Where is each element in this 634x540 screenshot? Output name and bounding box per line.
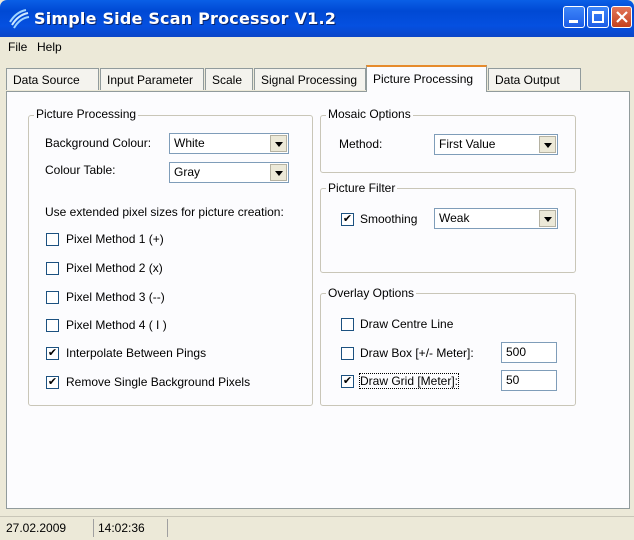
- smoothing-checkbox[interactable]: ✔: [341, 213, 354, 226]
- smoothing-value: Weak: [439, 211, 470, 225]
- background-colour-label: Background Colour:: [45, 136, 152, 150]
- picture-filter-group: [320, 188, 576, 273]
- check-icon: ✔: [47, 347, 58, 359]
- colour-table-label: Colour Table:: [45, 163, 116, 177]
- smoothing-select[interactable]: Weak: [434, 208, 558, 229]
- mosaic-options-title: Mosaic Options: [326, 107, 413, 121]
- box-meter-input[interactable]: 500: [501, 342, 557, 363]
- draw-box-checkbox[interactable]: [341, 347, 354, 360]
- pixel-method-4-checkbox[interactable]: [46, 319, 59, 332]
- app-icon: [9, 9, 30, 29]
- picture-processing-group-title: Picture Processing: [34, 107, 139, 121]
- pixel-method-2-label: Pixel Method 2 (x): [66, 261, 163, 275]
- maximize-button[interactable]: [587, 6, 609, 28]
- mosaic-method-value: First Value: [439, 137, 496, 151]
- pixel-method-2-checkbox[interactable]: [46, 262, 59, 275]
- close-icon: [616, 11, 628, 23]
- colour-table-value: Gray: [174, 165, 201, 179]
- background-colour-select[interactable]: White: [169, 133, 289, 154]
- menu-bar: [0, 37, 634, 57]
- check-icon: ✔: [47, 376, 58, 388]
- draw-centre-line-label: Draw Centre Line: [360, 317, 454, 331]
- draw-box-label: Draw Box [+/- Meter]:: [360, 346, 474, 360]
- check-icon: ✔: [342, 213, 353, 225]
- menu-file[interactable]: File: [8, 40, 27, 54]
- window-title: Simple Side Scan Processor V1.2: [34, 9, 337, 28]
- interpolate-checkbox[interactable]: ✔: [46, 347, 59, 360]
- remove-pixels-checkbox[interactable]: ✔: [46, 376, 59, 389]
- interpolate-label: Interpolate Between Pings: [66, 346, 207, 360]
- mosaic-method-select[interactable]: First Value: [434, 134, 558, 155]
- tab-input-parameter[interactable]: Input Parameter: [100, 68, 204, 90]
- grid-meter-input[interactable]: 50: [501, 370, 557, 391]
- chevron-down-icon[interactable]: [539, 210, 556, 227]
- draw-grid-checkbox[interactable]: ✔: [341, 375, 354, 388]
- status-time: 14:02:36: [98, 519, 168, 537]
- draw-centre-line-checkbox[interactable]: [341, 318, 354, 331]
- pixel-method-4-label: Pixel Method 4 ( I ): [66, 318, 167, 332]
- pixel-method-3-label: Pixel Method 3 (--): [66, 290, 165, 304]
- menu-help[interactable]: Help: [37, 40, 62, 54]
- draw-grid-label: Draw Grid [Meter]:: [358, 373, 460, 389]
- smoothing-label: Smoothing: [360, 212, 418, 226]
- remove-pixels-label: Remove Single Background Pixels: [66, 375, 251, 389]
- status-date: 27.02.2009: [6, 519, 94, 537]
- pixel-method-3-checkbox[interactable]: [46, 291, 59, 304]
- status-bar: [0, 516, 634, 540]
- minimize-button[interactable]: [563, 6, 585, 28]
- check-icon: ✔: [342, 375, 353, 387]
- chevron-down-icon[interactable]: [539, 136, 556, 153]
- chevron-down-icon[interactable]: [270, 135, 287, 152]
- tab-data-source[interactable]: Data Source: [6, 68, 99, 90]
- pixel-method-1-checkbox[interactable]: [46, 233, 59, 246]
- background-colour-value: White: [174, 136, 205, 150]
- tab-signal-processing[interactable]: Signal Processing: [254, 68, 366, 90]
- tab-picture-processing[interactable]: Picture Processing: [366, 65, 487, 92]
- chevron-down-icon[interactable]: [270, 164, 287, 181]
- picture-filter-title: Picture Filter: [326, 181, 398, 195]
- maximize-icon: [592, 11, 604, 23]
- close-button[interactable]: [611, 6, 632, 28]
- tab-data-output[interactable]: Data Output: [488, 68, 581, 90]
- tab-scale[interactable]: Scale: [205, 68, 253, 90]
- extended-pixel-label: Use extended pixel sizes for picture cre…: [45, 205, 284, 219]
- pixel-method-1-label: Pixel Method 1 (+): [66, 232, 164, 246]
- overlay-options-title: Overlay Options: [326, 286, 417, 300]
- minimize-icon: [569, 20, 578, 23]
- method-label: Method:: [339, 137, 383, 151]
- colour-table-select[interactable]: Gray: [169, 162, 289, 183]
